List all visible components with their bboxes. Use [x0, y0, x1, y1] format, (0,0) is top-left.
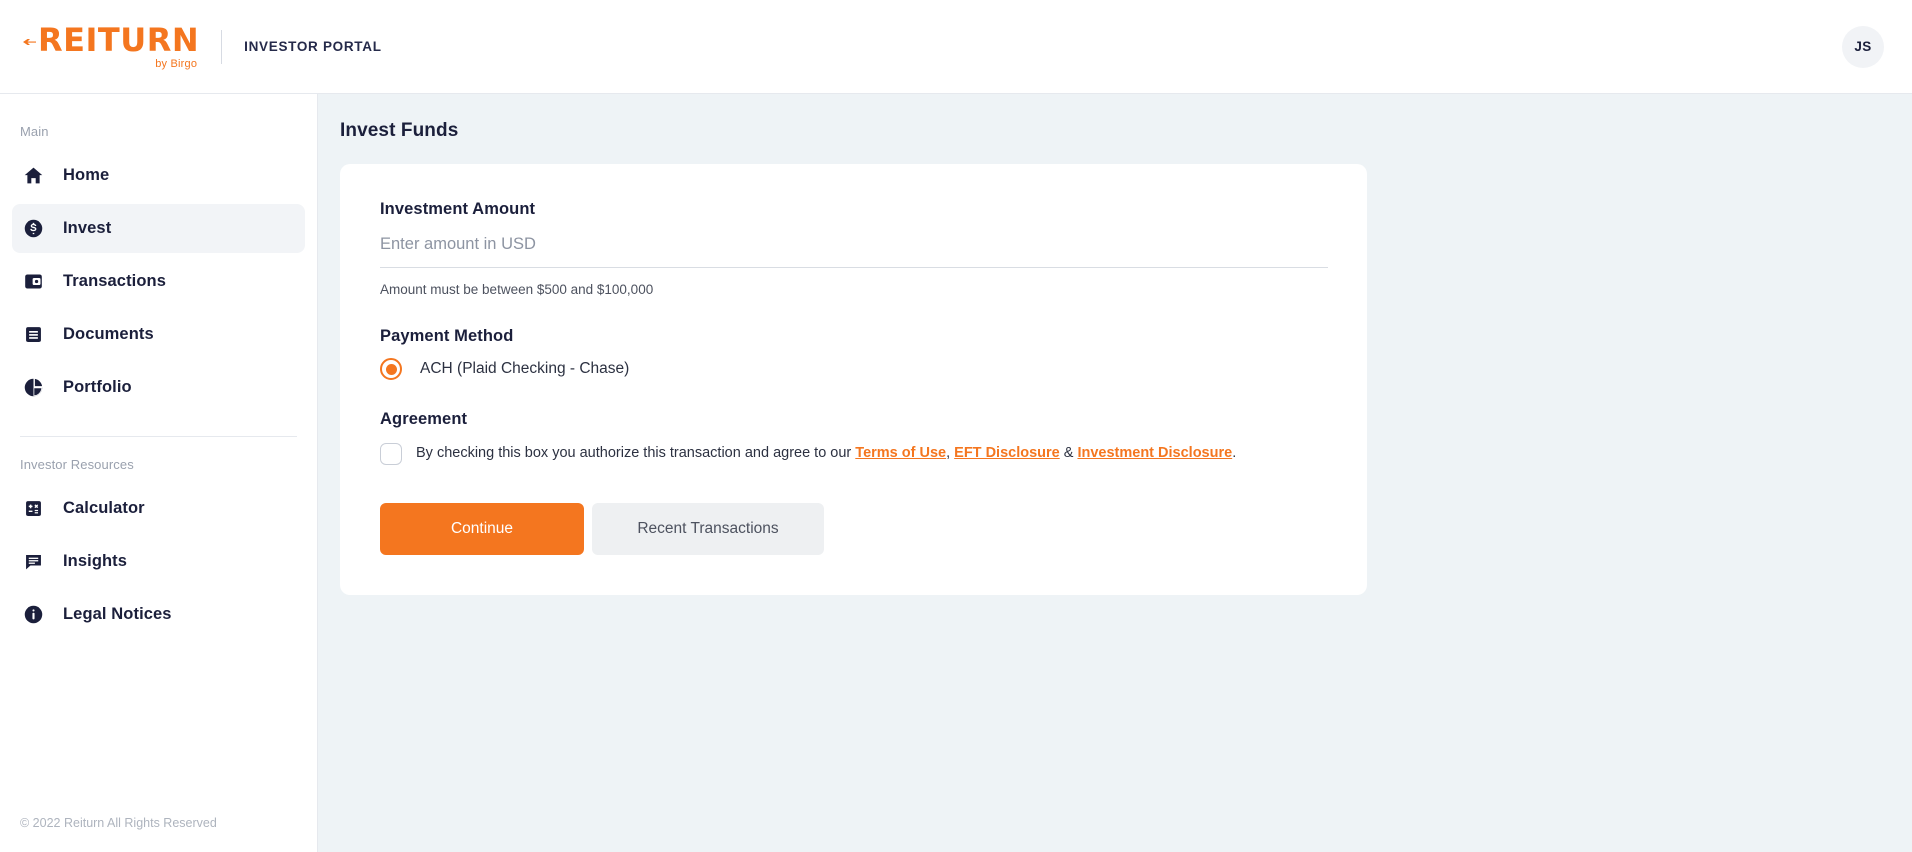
investment-amount-label: Investment Amount: [380, 200, 536, 218]
left-arrow-icon: [23, 38, 36, 45]
investment-amount-input[interactable]: [380, 231, 1328, 268]
portal-label: INVESTOR PORTAL: [244, 39, 382, 54]
eft-disclosure-link[interactable]: EFT Disclosure: [954, 445, 1060, 461]
radio-inner-dot: [385, 363, 397, 375]
top-bar: REITURN by Birgo INVESTOR PORTAL JS: [0, 0, 1912, 94]
sidebar-item-portfolio[interactable]: Portfolio: [12, 363, 305, 412]
body-row: Main Home Invest Transactions Documents …: [0, 94, 1912, 852]
home-icon: [22, 165, 44, 187]
sidebar-item-label: Calculator: [63, 499, 145, 517]
sidebar-divider: [20, 436, 297, 437]
sidebar-item-label: Transactions: [63, 272, 166, 290]
agreement-label: Agreement: [380, 410, 468, 428]
reiturn-logo[interactable]: REITURN by Birgo: [20, 24, 199, 70]
agreement-separator-1: ,: [946, 445, 955, 462]
sidebar-item-label: Home: [63, 166, 110, 184]
payment-method-option-label: ACH (Plaid Checking - Chase): [420, 360, 630, 377]
logo-text: REITURN: [38, 20, 200, 59]
button-row: Continue Recent Transactions: [380, 503, 1327, 555]
avatar[interactable]: JS: [1842, 25, 1884, 68]
info-circle-icon: [22, 604, 44, 626]
sidebar-item-label: Invest: [63, 219, 112, 237]
calculator-icon: [22, 498, 44, 520]
page-title: Invest Funds: [340, 120, 459, 141]
pie-chart-icon: [22, 377, 44, 399]
radio-button-selected[interactable]: [380, 358, 402, 380]
document-icon: [22, 324, 44, 346]
sidebar-section-resources-label: Investor Resources: [20, 457, 134, 472]
agreement-row: By checking this box you authorize this …: [380, 443, 1327, 465]
sidebar-item-invest[interactable]: Invest: [12, 204, 305, 253]
agreement-separator-2: &: [1059, 445, 1078, 462]
sidebar-item-home[interactable]: Home: [12, 151, 305, 200]
sidebar-item-calculator[interactable]: Calculator: [12, 484, 305, 533]
investment-disclosure-link[interactable]: Investment Disclosure: [1077, 445, 1232, 461]
chat-bubble-icon: [22, 551, 44, 573]
recent-transactions-button[interactable]: Recent Transactions: [592, 503, 824, 555]
payment-method-option-ach[interactable]: ACH (Plaid Checking - Chase): [380, 358, 1327, 380]
sidebar-item-label: Portfolio: [63, 378, 132, 396]
agreement-checkbox[interactable]: [380, 443, 402, 465]
sidebar-item-label: Documents: [63, 325, 154, 343]
amount-hint: Amount must be between $500 and $100,000: [380, 282, 654, 297]
main-content: Invest Funds Investment Amount Amount mu…: [318, 94, 1912, 852]
brand[interactable]: REITURN by Birgo INVESTOR PORTAL: [20, 24, 382, 70]
app-root: REITURN by Birgo INVESTOR PORTAL JS Main…: [0, 0, 1912, 852]
sidebar-item-transactions[interactable]: Transactions: [12, 257, 305, 306]
agreement-text-before: By checking this box you authorize this …: [416, 445, 856, 462]
payment-method-label: Payment Method: [380, 327, 514, 345]
agreement-text: By checking this box you authorize this …: [416, 443, 1236, 464]
sidebar-item-legal-notices[interactable]: Legal Notices: [12, 590, 305, 639]
sidebar-item-documents[interactable]: Documents: [12, 310, 305, 359]
agreement-text-after: .: [1232, 445, 1237, 462]
continue-button[interactable]: Continue: [380, 503, 584, 555]
logo-wordmark: REITURN: [22, 24, 199, 56]
sidebar-item-insights[interactable]: Insights: [12, 537, 305, 586]
dollar-circle-icon: [22, 218, 44, 240]
sidebar: Main Home Invest Transactions Documents …: [0, 94, 318, 852]
sidebar-item-label: Legal Notices: [63, 605, 172, 623]
wallet-icon: [22, 271, 44, 293]
invest-funds-card: Investment Amount Amount must be between…: [340, 164, 1367, 595]
sidebar-footer-copyright: © 2022 Reiturn All Rights Reserved: [20, 816, 217, 830]
terms-of-use-link[interactable]: Terms of Use: [855, 445, 946, 461]
sidebar-section-main-label: Main: [20, 124, 49, 139]
sidebar-item-label: Insights: [63, 552, 128, 570]
logo-subtitle: by Birgo: [155, 57, 198, 70]
brand-divider: [221, 29, 223, 64]
